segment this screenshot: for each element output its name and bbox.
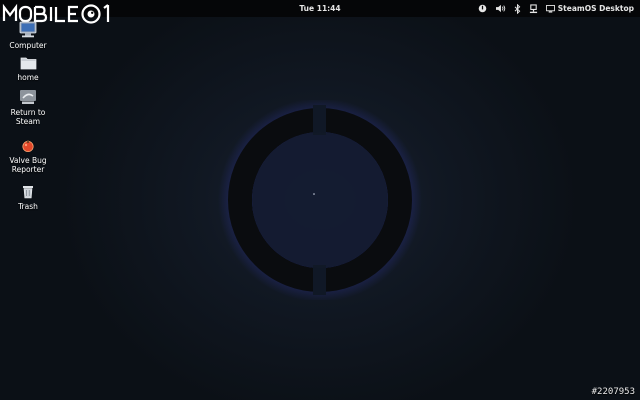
return-to-steam-icon bbox=[20, 90, 36, 104]
icon-label: home bbox=[17, 73, 39, 82]
status-area: SteamOS Desktop bbox=[478, 0, 634, 17]
desktop-icon-computer[interactable]: Computer bbox=[0, 21, 56, 50]
wallpaper-ring-logo bbox=[218, 100, 422, 300]
bluetooth-icon[interactable] bbox=[514, 3, 521, 14]
bug-reporter-icon bbox=[22, 140, 34, 153]
trash-icon bbox=[23, 186, 33, 199]
desktop-icon-return-to-steam[interactable]: Return to Steam bbox=[0, 89, 56, 126]
user-menu[interactable]: SteamOS Desktop bbox=[545, 0, 634, 17]
desktop-icon-home[interactable]: home bbox=[0, 56, 56, 82]
icon-label: Computer bbox=[9, 41, 47, 50]
session-label: SteamOS Desktop bbox=[557, 4, 634, 13]
icon-label: Valve Bug Reporter bbox=[9, 156, 47, 174]
network-icon[interactable] bbox=[529, 3, 538, 14]
desktop: Tue 11:44 SteamOS Desktop Computer home … bbox=[0, 0, 640, 400]
icon-label: Trash bbox=[18, 202, 38, 211]
power-icon[interactable] bbox=[478, 4, 487, 13]
desktop-icon-valve-bug-reporter[interactable]: Valve Bug Reporter bbox=[0, 139, 56, 174]
computer-icon bbox=[19, 21, 37, 38]
icon-label: Return to Steam bbox=[10, 108, 46, 126]
folder-icon bbox=[20, 57, 36, 70]
volume-icon[interactable] bbox=[495, 4, 506, 13]
image-id-watermark: #2207953 bbox=[591, 387, 635, 397]
desktop-icon-trash[interactable]: Trash bbox=[0, 184, 56, 211]
steam-desktop-icon bbox=[545, 4, 555, 13]
